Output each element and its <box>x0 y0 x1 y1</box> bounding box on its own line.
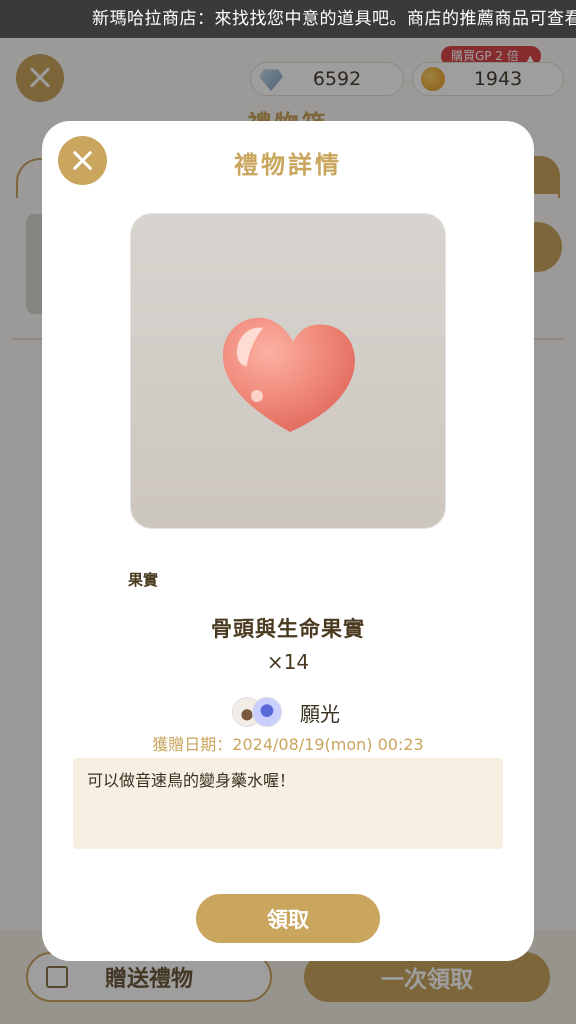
news-ticker: 新瑪哈拉商店：來找找您中意的道具吧。商店的推薦商品可查看 <box>0 0 576 38</box>
item-quantity: ×14 <box>266 650 310 674</box>
gift-detail-modal: 禮物詳情 果實 骨頭與生命果實 ×14 願光 獲贈日期：2024/08/19(m… <box>42 121 534 961</box>
item-name: 骨頭與生命果實 <box>211 617 365 641</box>
received-date: 獲贈日期：2024/08/19(mon) 00:23 <box>152 735 424 754</box>
modal-title: 禮物詳情 <box>234 151 342 179</box>
sender-name: 願光 <box>300 701 340 726</box>
heart-fruit-icon <box>222 317 355 432</box>
item-image <box>130 213 446 529</box>
item-category: 果實 <box>128 571 159 589</box>
claim-label: 領取 <box>267 907 309 932</box>
ticker-text: 新瑪哈拉商店：來找找您中意的道具吧。商店的推薦商品可查看 <box>92 9 576 29</box>
gift-message: 可以做音速鳥的變身藥水喔！ <box>73 758 503 849</box>
sender-avatar-secondary <box>252 697 282 727</box>
claim-button[interactable]: 領取 <box>196 894 380 943</box>
sender-row: 願光 <box>232 696 340 728</box>
gift-message-text: 可以做音速鳥的變身藥水喔！ <box>87 771 296 790</box>
